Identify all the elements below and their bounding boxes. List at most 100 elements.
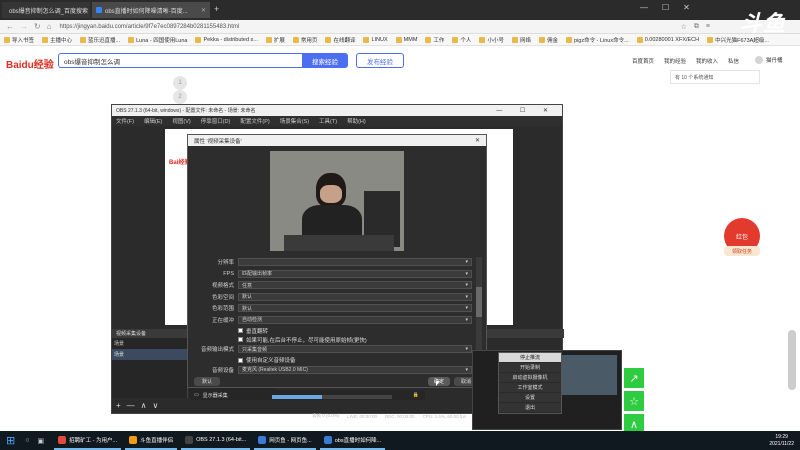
bookmark-item[interactable]: 导入书签 [4,36,34,44]
top-nav: 百度首页 我的经验 我的收入 私信 [632,57,739,65]
bookmark-item[interactable]: MMM [395,36,417,43]
property-select[interactable]: 麦克风 (Realtek USB2.0 MIC) ▾ [238,365,472,374]
property-select[interactable]: 自动检测 ▾ [238,315,472,324]
remove-scene-button[interactable]: — [127,401,135,410]
home-icon[interactable]: ⌂ [47,22,52,31]
property-checkbox[interactable]: 使用自定义音频设备 [238,356,472,365]
obs-menu-item[interactable]: 停靠窗口(D) [201,117,231,125]
bookmark-item[interactable]: 蓝乐迅直播... [80,36,120,44]
close-button[interactable]: ✕ [683,3,690,12]
top-nav-link[interactable]: 百度首页 [632,57,654,65]
maximize-button[interactable]: ☐ [662,3,669,12]
minimize-button[interactable]: — [640,3,648,12]
folder-icon [128,36,135,43]
obs-control-item[interactable]: 设置 [499,393,561,403]
new-tab-button[interactable]: + [214,4,219,14]
top-nav-link[interactable]: 我的收入 [696,57,718,65]
taskbar-app[interactable]: 招聘矿工 - 为用户... [54,432,122,450]
obs-control-item[interactable]: 开始录制 [499,363,561,373]
move-up-button[interactable]: ∧ [141,401,147,410]
address-url[interactable]: https://jingyan.baidu.com/article/9f7e7e… [60,24,240,30]
taskbar: ⊞ ○ ▣ 招聘矿工 - 为用户... 斗鱼直播伴侣 OBS 27.1.3 (64-… [0,431,800,450]
obs-control-item[interactable]: 停止推流 [499,353,561,363]
property-select[interactable]: 任意 ▾ [238,281,472,289]
bookmark-item[interactable]: 主播中心 [42,36,72,44]
taskbar-app[interactable]: OBS 27.1.3 (64-bit... [181,432,251,450]
bookmark-item[interactable]: 扩展 [265,36,285,44]
menu-icon[interactable]: ≡ [706,23,710,30]
bookmark-item[interactable]: LINUX [363,36,388,43]
bookmark-item[interactable]: Luna - 四国使用Luna [128,36,187,44]
bookmark-item[interactable]: 小小号 [479,36,504,44]
bookmark-item[interactable]: 网络 [511,36,531,44]
taskbar-app[interactable]: obs直播时如何降... [319,432,386,450]
obs-menu-item[interactable]: 工具(T) [319,117,337,125]
bookmark-item[interactable]: 佣金 [538,36,558,44]
browser-tab-1[interactable]: obs爆音抑制怎么调_百度搜索 [2,2,90,18]
back-icon[interactable]: ← [6,22,14,31]
tab-close-icon[interactable]: ✕ [201,7,206,14]
search-input[interactable]: obs爆音抑制怎么调 [58,53,302,68]
bookmark-item[interactable]: 0.00280001 XFX/ECH [636,36,699,43]
notification-popup[interactable]: 有 10 个系统通知 [670,70,760,84]
property-select[interactable]: 默认 ▾ [238,304,472,312]
reload-icon[interactable]: ↻ [34,22,41,31]
browser-tab-2-active[interactable]: obs直播时如何降噪清晰-百度... ✕ [92,2,210,18]
taskbar-app[interactable]: 网页鱼 - 网页鱼... [254,432,316,450]
star-bookmark-icon[interactable]: ☆ [681,23,687,31]
bookmark-item[interactable]: 工作 [425,36,444,44]
obs-menu-item[interactable]: 配置文件(P) [240,117,269,125]
property-select[interactable]: 只采集音频 ▾ [238,345,472,353]
property-value: 麦克风 (Realtek USB2.0 MIC) [242,367,308,373]
top-nav-link[interactable]: 私信 [728,57,739,65]
bookmark-item[interactable]: Pekka - distributed s... [195,36,258,43]
search-icon[interactable]: ○ [25,437,29,444]
page-scrollbar[interactable] [788,330,796,390]
obs-menu-item[interactable]: 场景集合(S) [280,117,309,125]
extension-icon[interactable]: ⧉ [694,23,699,31]
publish-button[interactable]: 发布经验 [356,53,404,68]
bookmark-label: 扩展 [273,37,285,44]
obs-control-item[interactable]: 启动虚拟摄像机 [499,373,561,383]
folder-icon [707,36,714,43]
task-view-icon[interactable]: ▣ [37,437,44,445]
bookmark-item[interactable]: 在线翻译 [325,36,355,44]
redpacket-task[interactable]: 领取任务 [724,246,760,256]
property-select[interactable]: 匹配输出帧率 ▾ [238,269,472,278]
scene-item[interactable]: 场景 [112,349,187,360]
property-checkbox[interactable]: 垂直翻转 [238,326,472,335]
property-select[interactable]: ▾ [238,258,472,266]
dialog-scroll-thumb[interactable] [476,287,482,317]
bookmark-item[interactable]: 个人 [452,36,471,44]
obs-control-item[interactable]: 退出 [499,403,561,413]
bookmark-item[interactable]: 常用页 [292,36,317,44]
property-select[interactable]: 默认 ▾ [238,292,472,301]
property-checkbox[interactable]: 如果可能,在后台不停止，尽可能使用原始帧(更快) [238,335,472,344]
browser-tab-strip: obs爆音抑制怎么调_百度搜索 obs直播时如何降噪清晰-百度... ✕ + —… [0,0,800,20]
obs-window-controls[interactable]: — ☐ ✕ [496,107,556,114]
camera-person-face [320,185,342,203]
obs-menu-item[interactable]: 文件(F) [116,117,134,125]
obs-menu-item[interactable]: 视图(V) [172,117,190,125]
top-nav-link[interactable]: 我的经验 [664,57,686,65]
defaults-button[interactable]: 默认 [194,377,220,386]
obs-menu-item[interactable]: 编辑(E) [144,117,162,125]
volume-slider[interactable] [272,395,392,399]
windows-start-icon[interactable]: ⊞ [6,434,15,447]
baidu-logo[interactable]: Baidu经验 [6,56,54,71]
move-down-button[interactable]: ∨ [153,401,159,410]
star-icon[interactable]: ☆ [624,391,644,411]
dialog-close-icon[interactable]: ✕ [475,137,480,144]
add-scene-button[interactable]: + [116,401,121,410]
forward-icon[interactable]: → [20,22,28,31]
obs-menu-item[interactable]: 帮助(H) [347,117,366,125]
user-menu[interactable]: 猫丹桶 [755,56,783,64]
bookmark-item[interactable]: pigz命令 - Linux命令... [565,36,629,44]
system-clock[interactable]: 19:29 2021/11/22 [769,434,794,448]
share-icon[interactable]: ↗ [624,368,644,388]
obs-control-item[interactable]: 工作室模式 [499,383,561,393]
lock-icon[interactable]: 🔒 [413,392,419,398]
dialog-title: 属性 '视频采集设备' [194,138,242,145]
taskbar-app[interactable]: 斗鱼直播伴侣 [125,432,178,450]
search-button[interactable]: 搜索经验 [302,53,348,68]
